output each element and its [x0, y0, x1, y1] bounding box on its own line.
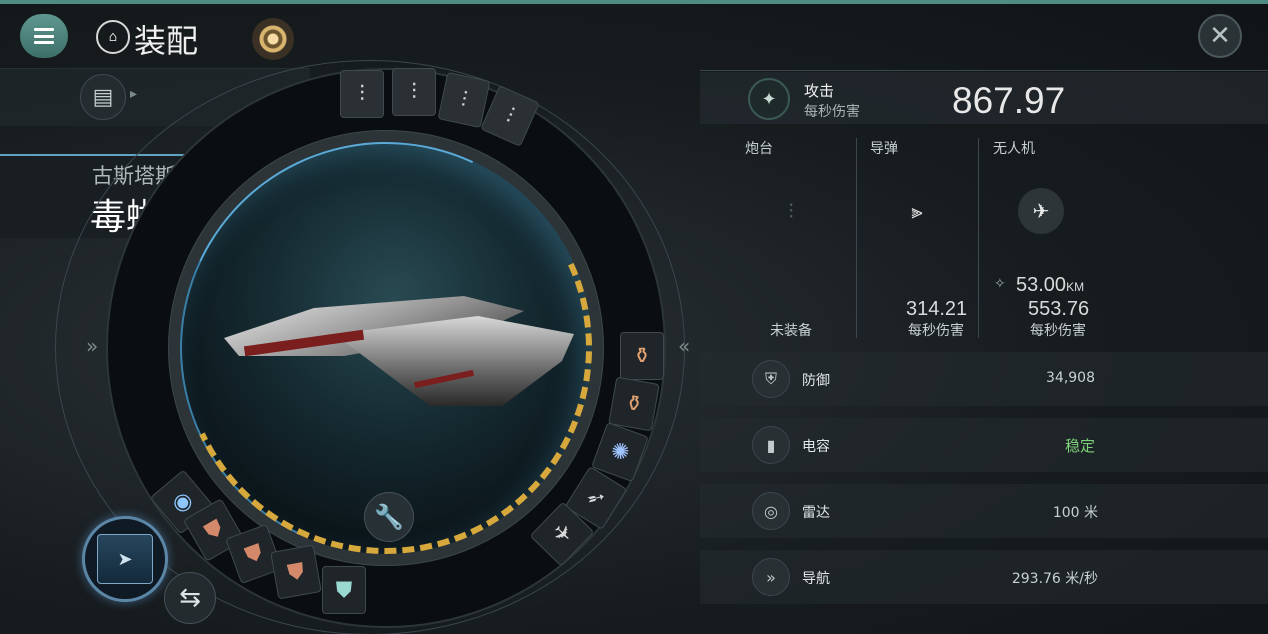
stat-label: 电容: [802, 439, 830, 455]
ship-model[interactable]: [184, 276, 584, 416]
top-accent-strip: [0, 0, 1268, 4]
radar-icon: ◎: [752, 492, 790, 530]
ship-hull-rear: [334, 316, 574, 406]
low-slot-armor-icon[interactable]: ⛊: [270, 544, 322, 600]
divider: [700, 70, 1268, 71]
chevron-right-icon: ▸: [130, 86, 138, 102]
ship-thumbnail-icon: ➤: [97, 534, 153, 584]
stat-label: 雷达: [802, 505, 830, 521]
divider: [978, 138, 979, 338]
target-badge-icon[interactable]: [252, 18, 294, 60]
stat-value: 34,908: [1046, 370, 1095, 386]
fitting-list-icon[interactable]: ▤: [80, 74, 126, 120]
navigation-icon: »: [752, 558, 790, 596]
hamburger-menu-icon: [34, 28, 54, 44]
drone-icon: ✈: [1018, 188, 1064, 234]
missile-dps-value: 314.21: [906, 298, 968, 320]
drone-dps-label: 每秒伤害: [1030, 323, 1086, 339]
range-icon: ✧: [994, 276, 1006, 292]
high-slot-launcher-icon[interactable]: ⫶: [340, 70, 384, 118]
missile-icon: ⫸: [911, 199, 923, 223]
low-slot-shield-icon[interactable]: ⛊: [322, 566, 366, 614]
page-title: 装配: [134, 22, 199, 60]
drone-column-label: 无人机: [993, 141, 1035, 157]
close-button[interactable]: ✕: [1198, 14, 1242, 58]
turret-column-label: 炮台: [745, 141, 773, 157]
menu-button[interactable]: [20, 14, 68, 58]
swap-fit-icon[interactable]: ⇆: [164, 572, 216, 624]
ship-thumbnail-button[interactable]: ➤: [82, 516, 168, 602]
stat-label: 防御: [802, 373, 830, 389]
attack-sublabel: 每秒伤害: [804, 104, 860, 120]
attack-label: 攻击: [804, 82, 835, 100]
stat-value: 293.76 米/秒: [1011, 571, 1098, 587]
shield-icon: ⛨: [752, 360, 790, 398]
capacitor-icon: ▮: [752, 426, 790, 464]
drone-range-value: 53.00KM: [1016, 274, 1084, 297]
total-dps-value: 867.97: [952, 80, 1066, 121]
stat-label: 导航: [802, 571, 830, 587]
missile-dps-label: 每秒伤害: [908, 323, 964, 339]
attack-drone-icon: ✦: [748, 78, 790, 120]
stat-value: 稳定: [1064, 437, 1095, 455]
missile-column-label: 导弹: [870, 141, 898, 157]
mid-slot-module-icon[interactable]: ⚱: [608, 376, 660, 432]
mid-slot-module-icon[interactable]: ⚱: [620, 332, 664, 380]
high-slot-launcher-icon[interactable]: ⫶: [392, 68, 436, 116]
drone-range-unit: KM: [1066, 280, 1085, 294]
turret-status: 未装备: [770, 323, 812, 339]
turret-icon: ⫶: [788, 199, 794, 223]
drone-range-number: 53.00: [1016, 274, 1067, 296]
wrench-icon[interactable]: 🔧: [364, 492, 414, 542]
stat-value: 100 米: [1052, 505, 1098, 521]
drone-dps-value: 553.76: [1028, 298, 1090, 320]
station-icon: ⌂: [96, 20, 130, 54]
divider: [856, 138, 857, 338]
collapse-right-chevron-icon[interactable]: «: [678, 334, 690, 358]
